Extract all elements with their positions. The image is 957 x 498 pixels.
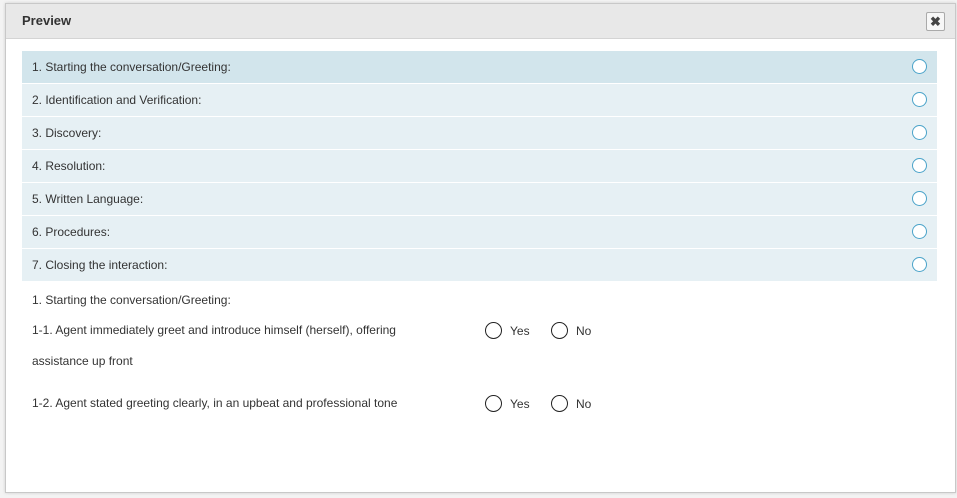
section-radio[interactable] — [912, 224, 927, 239]
answer-no-label: No — [576, 323, 592, 338]
answer-yes-option[interactable]: Yes — [485, 395, 530, 412]
section-row-closing[interactable]: 7. Closing the interaction: — [22, 249, 937, 281]
section-row-identification[interactable]: 2. Identification and Verification: — [22, 84, 937, 116]
section-radio[interactable] — [912, 158, 927, 173]
section-radio[interactable] — [912, 92, 927, 107]
section-row-procedures[interactable]: 6. Procedures: — [22, 216, 937, 248]
section-list: 1. Starting the conversation/Greeting: 2… — [22, 51, 937, 282]
section-row-resolution[interactable]: 4. Resolution: — [22, 150, 937, 182]
section-row-written-language[interactable]: 5. Written Language: — [22, 183, 937, 215]
answer-no-option[interactable]: No — [551, 395, 591, 412]
section-radio[interactable] — [912, 125, 927, 140]
section-label: 5. Written Language: — [32, 192, 144, 206]
section-label: 7. Closing the interaction: — [32, 258, 168, 272]
answer-no-label: No — [576, 396, 592, 411]
question-text: 1-1. Agent immediately greet and introdu… — [32, 323, 396, 368]
answer-yes-option[interactable]: Yes — [485, 322, 530, 339]
section-row-greeting[interactable]: 1. Starting the conversation/Greeting: — [22, 51, 937, 83]
section-label: 2. Identification and Verification: — [32, 93, 202, 107]
section-label: 6. Procedures: — [32, 225, 111, 239]
answer-yes-label: Yes — [510, 323, 530, 338]
close-button[interactable]: ✖ — [926, 12, 945, 31]
detail-section-title: 1. Starting the conversation/Greeting: — [32, 293, 231, 307]
radio-circle[interactable] — [485, 322, 502, 339]
section-radio[interactable] — [912, 59, 927, 74]
radio-circle[interactable] — [551, 395, 568, 412]
section-label: 4. Resolution: — [32, 159, 106, 173]
radio-circle[interactable] — [485, 395, 502, 412]
dialog-titlebar: Preview ✖ — [6, 4, 955, 39]
section-label: 1. Starting the conversation/Greeting: — [32, 60, 231, 74]
section-label: 3. Discovery: — [32, 126, 102, 140]
radio-circle[interactable] — [551, 322, 568, 339]
section-radio[interactable] — [912, 191, 927, 206]
question-text: 1-2. Agent stated greeting clearly, in a… — [32, 396, 398, 410]
answer-no-option[interactable]: No — [551, 322, 591, 339]
answer-yes-label: Yes — [510, 396, 530, 411]
dialog-title: Preview — [22, 13, 72, 28]
section-row-discovery[interactable]: 3. Discovery: — [22, 117, 937, 149]
preview-dialog: Preview ✖ 1. Starting the conversation/G… — [5, 3, 956, 493]
section-radio[interactable] — [912, 257, 927, 272]
